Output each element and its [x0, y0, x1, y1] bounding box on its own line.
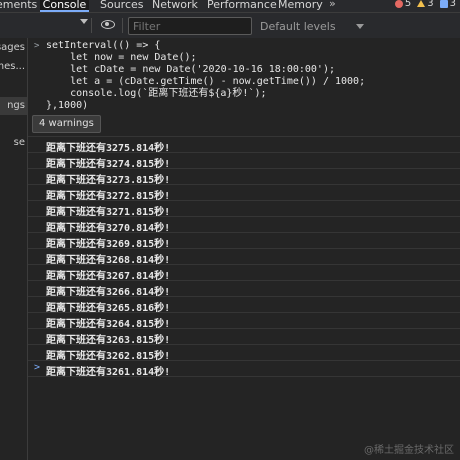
warning-count: 3 [427, 0, 434, 9]
sidebar-item-warnings[interactable]: ngs [0, 97, 27, 115]
code-line: let cDate = new Date('2020-10-16 18:00:0… [46, 64, 335, 75]
sidebar-item-messages[interactable]: sages [0, 39, 27, 57]
console-sidebar: sages mes... ngs se [0, 38, 28, 460]
log-row: 距离下班还有3275.814秒! [28, 137, 460, 154]
filter-input[interactable] [128, 17, 252, 35]
info-count: 3 [449, 0, 456, 9]
tab-sources[interactable]: Sources [100, 0, 144, 12]
tab-network[interactable]: Network [152, 0, 198, 12]
log-row: 距离下班还有3262.815秒! [28, 345, 460, 362]
log-message: 距离下班还有3267.814秒! [46, 271, 171, 282]
chevron-right-icon: > [34, 41, 40, 51]
log-message: 距离下班还有3272.815秒! [46, 191, 171, 202]
log-row: 距离下班还有3271.815秒! [28, 201, 460, 218]
more-tabs-icon[interactable]: » [329, 0, 336, 10]
sidebar-item-user-messages[interactable]: mes... [0, 58, 27, 76]
log-message: 距离下班还有3270.814秒! [46, 223, 171, 234]
issue-counts[interactable]: 5 3 3 [394, 0, 456, 9]
tab-console[interactable]: Console [40, 0, 89, 12]
log-message: 距离下班还有3273.815秒! [46, 175, 171, 186]
log-row: 距离下班还有3261.814秒! [28, 361, 460, 378]
default-levels-dropdown[interactable]: Default levels [260, 20, 336, 33]
log-message: 距离下班还有3266.814秒! [46, 287, 171, 298]
code-line: let now = new Date(); [46, 52, 197, 63]
tab-performance[interactable]: Performance [207, 0, 277, 12]
log-row: 距离下班还有3267.814秒! [28, 265, 460, 282]
error-icon [394, 0, 403, 8]
watermark: @稀土掘金技术社区 [364, 445, 454, 456]
log-message: 距离下班还有3261.814秒! [46, 367, 171, 378]
log-row: 距离下班还有3274.815秒! [28, 153, 460, 170]
warning-icon [417, 0, 426, 7]
log-row: 距离下班还有3266.814秒! [28, 281, 460, 298]
log-list: 距离下班还有3275.814秒! 距离下班还有3274.815秒! 距离下班还有… [28, 120, 460, 378]
context-dropdown-icon[interactable] [80, 19, 88, 24]
log-row: 距离下班还有3272.815秒! [28, 185, 460, 202]
eye-icon[interactable] [101, 20, 115, 29]
info-icon [439, 0, 448, 8]
log-row: 距离下班还有3268.814秒! [28, 249, 460, 266]
log-row: 距离下班还有3264.815秒! [28, 313, 460, 330]
log-message: 距离下班还有3269.815秒! [46, 239, 171, 250]
code-line: let a = (cDate.getTime() - now.getTime()… [46, 76, 366, 87]
code-line: setInterval(() => { [46, 40, 161, 51]
log-message: 距离下班还有3275.814秒! [46, 143, 171, 154]
code-line: console.log(`距离下班还有${a}秒!`); [46, 88, 267, 99]
sidebar-item-verbose[interactable]: se [0, 134, 27, 152]
toolbar-divider [122, 18, 123, 33]
code-line: },1000) [46, 100, 89, 111]
log-message: 距离下班还有3262.815秒! [46, 351, 171, 362]
error-count: 5 [404, 0, 412, 9]
log-message: 距离下班还有3271.815秒! [46, 207, 171, 218]
log-row: 距离下班还有3265.816秒! [28, 297, 460, 314]
log-message: 距离下班还有3274.815秒! [46, 159, 171, 170]
tab-elements[interactable]: ements [0, 0, 37, 12]
console-prompt-icon[interactable]: > [34, 362, 40, 373]
log-message: 距离下班还有3263.815秒! [46, 335, 171, 346]
tab-memory[interactable]: Memory [278, 0, 323, 12]
console-toolbar: Default levels [0, 13, 460, 39]
toolbar-divider [91, 18, 92, 33]
log-message: 距离下班还有3265.816秒! [46, 303, 171, 314]
log-message: 距离下班还有3268.814秒! [46, 255, 171, 266]
log-row: 距离下班还有3269.815秒! [28, 233, 460, 250]
log-row: 距离下班还有3270.814秒! [28, 217, 460, 234]
chevron-down-icon[interactable] [356, 24, 364, 29]
console-output[interactable]: > setInterval(() => { let now = new Date… [28, 38, 460, 460]
warnings-tooltip: 4 warnings [32, 115, 101, 133]
log-row: 距离下班还有3273.815秒! [28, 169, 460, 186]
log-row: 距离下班还有3263.815秒! [28, 329, 460, 346]
log-message: 距离下班还有3264.815秒! [46, 319, 171, 330]
devtools-tab-bar: ements Console Sources Network Performan… [0, 0, 460, 13]
